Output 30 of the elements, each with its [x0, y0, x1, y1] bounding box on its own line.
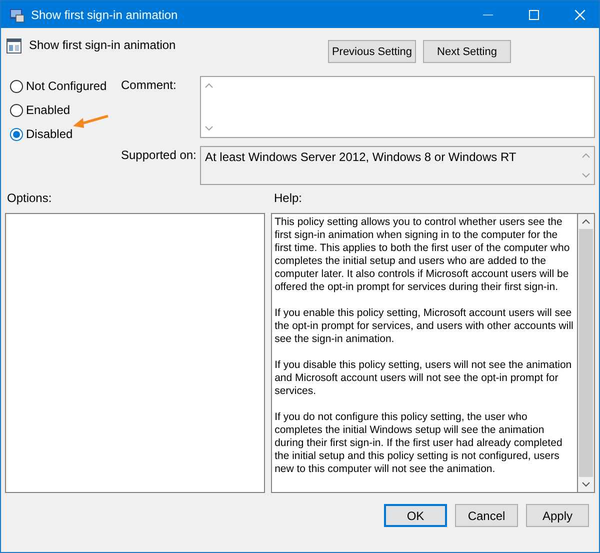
- supported-on-field: At least Windows Server 2012, Windows 8 or Windows RT: [200, 146, 595, 185]
- close-icon[interactable]: [575, 10, 585, 20]
- next-setting-button[interactable]: Next Setting: [423, 40, 511, 63]
- dialog-button[interactable]: Cancel: [455, 504, 518, 527]
- scrollbar[interactable]: [578, 214, 594, 492]
- help-label: Help:: [274, 191, 302, 207]
- radio-button[interactable]: [10, 80, 23, 92]
- help-paragraph: If you disable this policy setting, users will not see the animation and Microsoft account users will not see the opt-in prompt for services.: [274, 359, 573, 398]
- help-paragraph: If you do not configure this policy setting, the user who completes the initial Windows setup will see the animation during their first sign-in. If the first user had already completed the initial setup and this policy setting is not configured, users new to this computer will not see the animation.: [274, 411, 564, 476]
- radio-label[interactable]: Not Configured: [26, 79, 107, 93]
- arrow-icon: [72, 114, 110, 130]
- comment-label: Comment:: [120, 77, 178, 94]
- window-title: Show first sign-in animation: [31, 8, 178, 22]
- scroll-up-icon[interactable]: [582, 219, 590, 224]
- help-paragraph: If you enable this policy setting, Microsoft account users will see the opt-in prompt for services, and users with other accounts will see the sign-in animation.: [274, 307, 574, 346]
- policy-setting-icon: [6, 38, 22, 54]
- scroll-down-icon[interactable]: [582, 482, 590, 487]
- dialog-button[interactable]: OK: [384, 504, 447, 527]
- dialog-button[interactable]: Apply: [526, 504, 589, 527]
- supported-on-label: Supported on:: [120, 147, 198, 164]
- policy-editor-icon: [9, 6, 25, 22]
- radio-button[interactable]: [10, 104, 23, 116]
- radio-label[interactable]: Disabled: [26, 127, 73, 141]
- radio-label[interactable]: Enabled: [26, 103, 70, 117]
- help-paragraph: This policy setting allows you to control whether users see the first sign-in animation when signing in to the computer for the first time. This applies to both the first user of the computer who completes the initial setup and users who are added to the computer later. It also controls if Microsoft account users will be offered the opt-in prompt for services during their first sign-in.: [274, 216, 571, 294]
- setting-title: Show first sign-in animation: [29, 38, 176, 52]
- radio-button[interactable]: [10, 128, 23, 140]
- previous-setting-button[interactable]: Previous Setting: [328, 40, 416, 63]
- maximize-icon[interactable]: [529, 10, 539, 20]
- options-label: Options:: [6, 191, 53, 207]
